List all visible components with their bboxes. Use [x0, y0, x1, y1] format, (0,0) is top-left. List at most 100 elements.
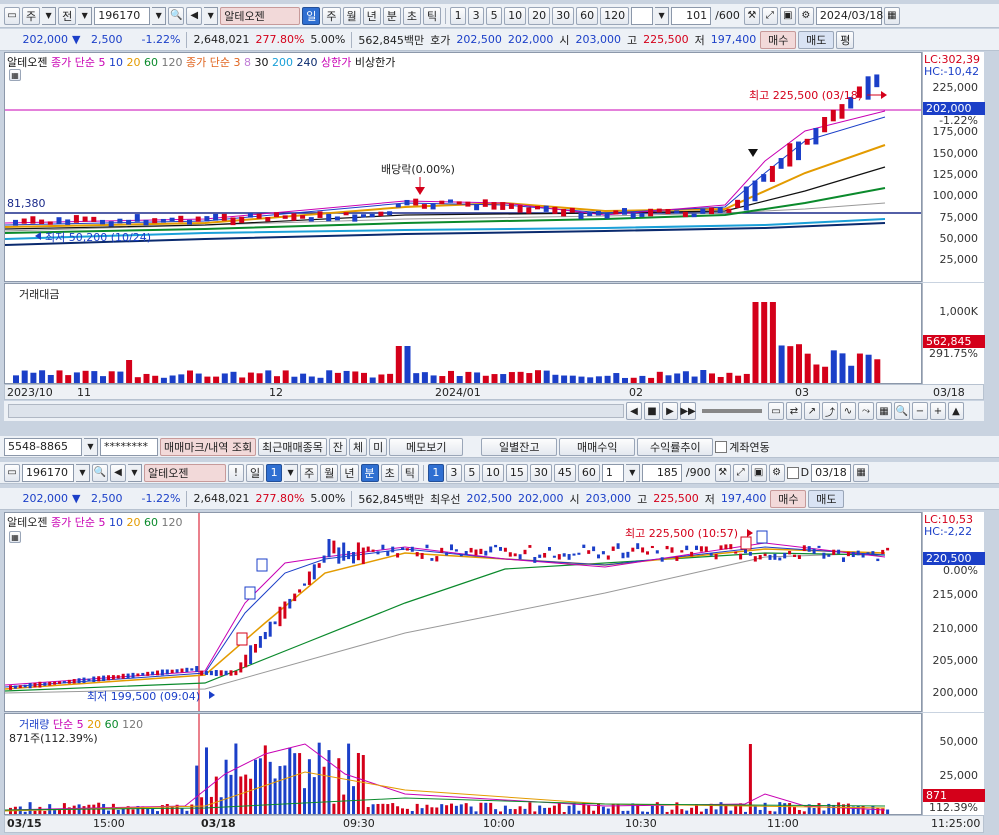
- filled-button[interactable]: 체: [349, 437, 368, 456]
- chevron-down-icon[interactable]: ▼: [284, 463, 299, 482]
- date-input[interactable]: 03/18: [811, 463, 852, 482]
- stock-code-input[interactable]: 196170: [94, 6, 151, 25]
- zoom-box-icon[interactable]: ▭: [768, 402, 784, 420]
- account-link-checkbox[interactable]: [715, 440, 728, 453]
- period-month[interactable]: 월: [320, 463, 339, 482]
- trend-up-icon[interactable]: ↗: [804, 402, 820, 420]
- gear-icon[interactable]: ⚙: [768, 463, 785, 482]
- d-checkbox[interactable]: [786, 466, 799, 479]
- period-minute[interactable]: 분: [360, 463, 379, 482]
- wave-icon[interactable]: ∿: [840, 402, 856, 420]
- account-number-input[interactable]: 5548-8865: [4, 437, 82, 456]
- prev-icon[interactable]: ◀: [626, 402, 642, 420]
- gear-icon[interactable]: ⚙: [797, 6, 814, 25]
- minute-5[interactable]: 5: [486, 6, 503, 25]
- signal-icon[interactable]: ⤳: [858, 402, 874, 420]
- minute-1[interactable]: 1: [450, 6, 467, 25]
- stock-name[interactable]: 알테오젠: [220, 6, 301, 25]
- chevron-down-icon[interactable]: ▼: [128, 463, 142, 482]
- period-year[interactable]: 년: [362, 6, 381, 25]
- chevron-down-icon[interactable]: ▼: [625, 463, 640, 482]
- period-tick[interactable]: 틱: [400, 463, 419, 482]
- period-week[interactable]: 주: [300, 463, 319, 482]
- period-month[interactable]: 월: [342, 6, 361, 25]
- period-day[interactable]: 일: [246, 463, 265, 482]
- balance-button[interactable]: 잔: [328, 437, 348, 456]
- period-minute[interactable]: 분: [382, 6, 401, 25]
- rate-button[interactable]: 평: [836, 30, 855, 49]
- alert-button[interactable]: !: [228, 463, 244, 482]
- speaker-icon[interactable]: ◀: [186, 6, 203, 25]
- chevron-down-icon[interactable]: ▼: [152, 6, 167, 25]
- next-icon[interactable]: ▶: [662, 402, 678, 420]
- fast-forward-icon[interactable]: ▶▶: [680, 402, 696, 420]
- sell-button[interactable]: 매도: [798, 30, 835, 49]
- period-day[interactable]: 일: [302, 6, 321, 25]
- interval-input[interactable]: [631, 6, 654, 25]
- scrollbar-track[interactable]: [8, 404, 624, 418]
- bar-count-input[interactable]: 185: [641, 463, 682, 482]
- zoom-in-icon[interactable]: +: [930, 402, 946, 420]
- period-week[interactable]: 주: [322, 6, 341, 25]
- daily-balance-button[interactable]: 일별잔고: [481, 437, 558, 456]
- chevron-down-icon[interactable]: ▼: [84, 437, 98, 456]
- window-icon[interactable]: ▭: [4, 6, 20, 25]
- type-select[interactable]: 전: [58, 6, 77, 25]
- line-draw-icon[interactable]: ⤢: [732, 463, 749, 482]
- chevron-down-icon[interactable]: ▼: [78, 6, 93, 25]
- chart-menu-icon[interactable]: ▦: [9, 531, 21, 543]
- bar-count-input[interactable]: 101: [671, 6, 712, 25]
- zoom-slider[interactable]: [702, 409, 762, 413]
- calendar-icon[interactable]: ▦: [883, 6, 900, 25]
- minute-120[interactable]: 120: [600, 6, 630, 25]
- market-select[interactable]: 주: [22, 6, 41, 25]
- buy-button[interactable]: 매수: [770, 489, 807, 508]
- chevron-down-icon[interactable]: ▼: [42, 6, 57, 25]
- profit-trend-button[interactable]: 수익률추이: [637, 437, 714, 456]
- chart-menu-icon[interactable]: ▦: [9, 69, 21, 81]
- minute-30[interactable]: 30: [529, 463, 552, 482]
- save-icon[interactable]: ▣: [779, 6, 796, 25]
- calendar-icon[interactable]: ▦: [853, 463, 870, 482]
- unfilled-button[interactable]: 미: [369, 437, 388, 456]
- date-input[interactable]: 2024/03/18: [815, 6, 883, 25]
- minute-60[interactable]: 60: [577, 463, 600, 482]
- period-year[interactable]: 년: [340, 463, 359, 482]
- memo-button[interactable]: 메모보기: [389, 437, 464, 456]
- stop-icon[interactable]: ■: [644, 402, 660, 420]
- buy-button[interactable]: 매수: [760, 30, 797, 49]
- search-icon[interactable]: 🔍: [92, 463, 108, 482]
- minute-3[interactable]: 3: [468, 6, 485, 25]
- search-icon[interactable]: 🔍: [168, 6, 185, 25]
- interval-input[interactable]: 1: [601, 463, 624, 482]
- period-second[interactable]: 초: [380, 463, 399, 482]
- trade-mark-button[interactable]: 매매마크/내역 조회: [160, 437, 257, 456]
- window-icon[interactable]: ▭: [4, 463, 20, 482]
- minute-15[interactable]: 15: [505, 463, 528, 482]
- stock-code-input[interactable]: 196170: [22, 463, 74, 482]
- minute-10[interactable]: 10: [481, 463, 504, 482]
- line-draw-icon[interactable]: ⤢: [761, 6, 778, 25]
- zoom-out-icon[interactable]: −: [912, 402, 928, 420]
- period-second[interactable]: 초: [402, 6, 421, 25]
- minute-10[interactable]: 10: [504, 6, 527, 25]
- trade-profit-button[interactable]: 매매수익: [559, 437, 636, 456]
- sell-button[interactable]: 매도: [808, 489, 845, 508]
- chevron-down-icon[interactable]: ▼: [204, 6, 219, 25]
- period-day-count[interactable]: 1: [266, 463, 283, 482]
- minute-60[interactable]: 60: [576, 6, 599, 25]
- chevron-down-icon[interactable]: ▼: [655, 6, 670, 25]
- speaker-icon[interactable]: ◀: [110, 463, 126, 482]
- minute-30[interactable]: 30: [552, 6, 575, 25]
- recent-trades-button[interactable]: 최근매매종목: [258, 437, 327, 456]
- save-icon[interactable]: ▣: [750, 463, 767, 482]
- minute-1[interactable]: 1: [427, 463, 444, 482]
- minute-45[interactable]: 45: [553, 463, 576, 482]
- scroll-up-icon[interactable]: ▲: [948, 402, 964, 420]
- grid-icon[interactable]: ▦: [876, 402, 892, 420]
- password-input[interactable]: ********: [100, 437, 158, 456]
- trend-icon[interactable]: ⤴: [822, 402, 838, 420]
- stock-name[interactable]: 알테오젠: [144, 463, 226, 482]
- period-tick[interactable]: 틱: [423, 6, 442, 25]
- minute-3[interactable]: 3: [445, 463, 462, 482]
